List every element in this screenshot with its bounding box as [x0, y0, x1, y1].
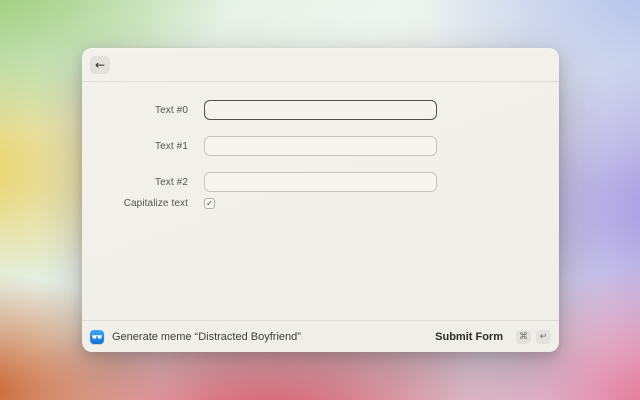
action-bar: Generate meme “Distracted Boyfriend” Sub…: [82, 320, 559, 352]
form: Text #0 Text #1 Text #2 Capitalize text …: [82, 82, 559, 320]
form-row-text1: Text #1: [82, 136, 559, 156]
status-text: Generate meme “Distracted Boyfriend”: [112, 330, 301, 343]
command-key-icon: ⌘: [516, 329, 531, 344]
form-row-text0: Text #0: [82, 100, 559, 120]
return-key-icon: ↵: [536, 329, 551, 344]
back-button[interactable]: ←: [90, 56, 110, 74]
meme-generator-app-icon: [90, 329, 104, 344]
sunglasses-icon: [92, 334, 102, 339]
field-label-text2: Text #2: [155, 176, 188, 188]
form-row-capitalize: Capitalize text ✓: [82, 198, 559, 209]
field-label-text1: Text #1: [155, 140, 188, 152]
capitalize-checkbox[interactable]: ✓: [204, 198, 215, 209]
form-row-text2: Text #2: [82, 172, 559, 192]
extension-form-window: ← Text #0 Text #1 Text #2 Capitalize tex…: [82, 48, 559, 352]
footer-actions: Submit Form ⌘ ↵: [435, 329, 551, 344]
text1-input[interactable]: [204, 136, 437, 156]
text0-input[interactable]: [204, 100, 437, 120]
submit-form-button[interactable]: Submit Form: [435, 331, 503, 343]
field-label-text0: Text #0: [155, 104, 188, 116]
back-arrow-icon: ←: [94, 58, 106, 72]
titlebar: ←: [82, 48, 559, 82]
text2-input[interactable]: [204, 172, 437, 192]
checkmark-icon: ✓: [206, 198, 213, 208]
field-label-capitalize: Capitalize text: [123, 198, 188, 209]
